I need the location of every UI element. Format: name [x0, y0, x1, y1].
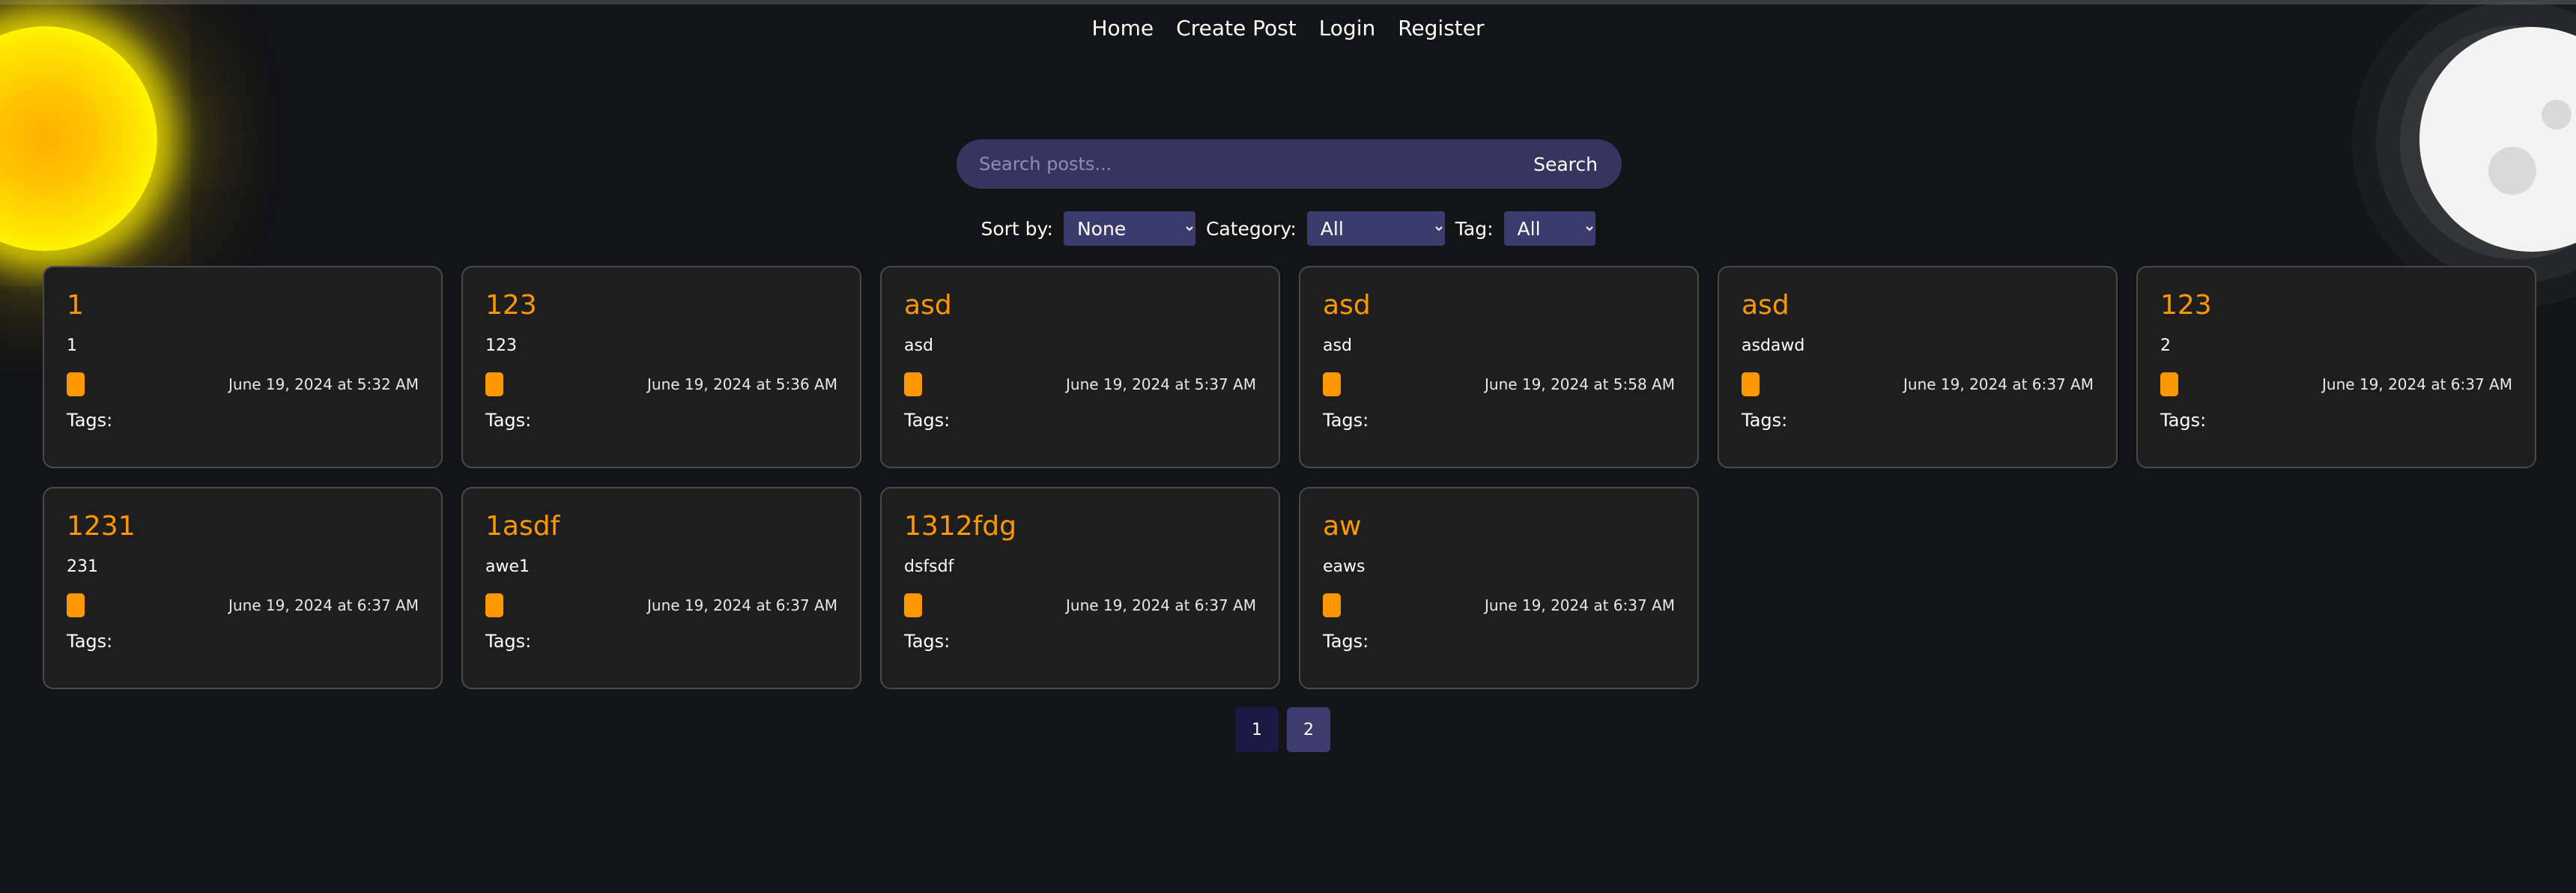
- sort-label: Sort by:: [981, 217, 1053, 240]
- post-title[interactable]: aw: [1323, 511, 1362, 542]
- post-title[interactable]: asd: [1323, 290, 1371, 321]
- post-date: June 19, 2024 at 6:37 AM: [647, 596, 837, 614]
- post-date: June 19, 2024 at 6:37 AM: [1485, 596, 1675, 614]
- post-card[interactable]: 123 123 June 19, 2024 at 5:36 AM Tags:: [461, 266, 861, 468]
- post-tags: Tags:: [485, 631, 532, 652]
- moon-crater: [2488, 147, 2536, 195]
- nav-create-post-link[interactable]: Create Post: [1176, 15, 1297, 42]
- post-category-badge: [485, 593, 503, 617]
- post-category-badge: [485, 372, 503, 396]
- post-tags: Tags:: [904, 631, 951, 652]
- post-title[interactable]: 123: [2160, 290, 2212, 321]
- top-border: [0, 0, 2576, 4]
- search-bar: Search: [957, 139, 1622, 189]
- page-button-2[interactable]: 2: [1287, 707, 1330, 752]
- sort-select[interactable]: None: [1063, 211, 1195, 246]
- post-content: awe1: [485, 557, 530, 576]
- post-tags: Tags:: [2160, 410, 2207, 431]
- post-card[interactable]: asd asd June 19, 2024 at 5:58 AM Tags:: [1299, 266, 1699, 468]
- post-date: June 19, 2024 at 6:37 AM: [2322, 375, 2512, 393]
- post-category-badge: [1323, 372, 1341, 396]
- post-card[interactable]: 1asdf awe1 June 19, 2024 at 6:37 AM Tags…: [461, 487, 861, 689]
- post-grid: 1 1 June 19, 2024 at 5:32 AM Tags: 123 1…: [43, 266, 2536, 689]
- post-date: June 19, 2024 at 6:37 AM: [1066, 596, 1256, 614]
- category-label: Category:: [1205, 217, 1297, 240]
- post-content: 231: [67, 557, 98, 576]
- search-input[interactable]: [957, 141, 1519, 187]
- post-category-badge: [1742, 372, 1760, 396]
- post-date: June 19, 2024 at 5:58 AM: [1485, 375, 1675, 393]
- post-content: asd: [904, 336, 933, 355]
- search-button[interactable]: Search: [1518, 142, 1622, 187]
- post-title[interactable]: asd: [904, 290, 952, 321]
- post-title[interactable]: 1asdf: [485, 511, 560, 542]
- page-button-1[interactable]: 1: [1235, 707, 1279, 752]
- post-tags: Tags:: [1742, 410, 1788, 431]
- post-category-badge: [67, 372, 85, 396]
- nav-login-link[interactable]: Login: [1319, 15, 1376, 42]
- post-content: 2: [2160, 336, 2171, 355]
- post-tags: Tags:: [1323, 631, 1369, 652]
- post-card[interactable]: 1231 231 June 19, 2024 at 6:37 AM Tags:: [43, 487, 443, 689]
- post-tags: Tags:: [67, 631, 113, 652]
- pagination: 1 2: [1235, 707, 1330, 752]
- post-tags: Tags:: [1323, 410, 1369, 431]
- post-category-badge: [67, 593, 85, 617]
- post-content: 1: [67, 336, 77, 355]
- post-title[interactable]: 1: [67, 290, 84, 321]
- post-content: eaws: [1323, 557, 1366, 576]
- post-content: asdawd: [1742, 336, 1805, 355]
- post-tags: Tags:: [485, 410, 532, 431]
- post-tags: Tags:: [67, 410, 113, 431]
- post-category-badge: [1323, 593, 1341, 617]
- filter-bar: Sort by: None Category: All Tag: All: [0, 211, 2576, 246]
- post-title[interactable]: 123: [485, 290, 537, 321]
- post-card[interactable]: aw eaws June 19, 2024 at 6:37 AM Tags:: [1299, 487, 1699, 689]
- moon-crater: [2542, 100, 2572, 130]
- post-card[interactable]: 123 2 June 19, 2024 at 6:37 AM Tags:: [2136, 266, 2536, 468]
- post-card[interactable]: asd asdawd June 19, 2024 at 6:37 AM Tags…: [1718, 266, 2118, 468]
- category-select[interactable]: All: [1306, 211, 1445, 246]
- post-content: asd: [1323, 336, 1352, 355]
- post-category-badge: [904, 593, 922, 617]
- post-title[interactable]: 1312fdg: [904, 511, 1016, 542]
- post-date: June 19, 2024 at 6:37 AM: [1903, 375, 2094, 393]
- post-category-badge: [904, 372, 922, 396]
- main-nav: Home Create Post Login Register: [0, 15, 2576, 42]
- post-title[interactable]: asd: [1742, 290, 1789, 321]
- post-content: dsfsdf: [904, 557, 954, 576]
- post-date: June 19, 2024 at 5:37 AM: [1066, 375, 1256, 393]
- post-card[interactable]: 1312fdg dsfsdf June 19, 2024 at 6:37 AM …: [880, 487, 1280, 689]
- nav-home-link[interactable]: Home: [1091, 15, 1154, 42]
- tag-select[interactable]: All: [1503, 211, 1595, 246]
- nav-register-link[interactable]: Register: [1398, 15, 1484, 42]
- post-content: 123: [485, 336, 517, 355]
- post-date: June 19, 2024 at 5:36 AM: [647, 375, 837, 393]
- post-title[interactable]: 1231: [67, 511, 136, 542]
- tag-label: Tag:: [1455, 217, 1494, 240]
- post-date: June 19, 2024 at 6:37 AM: [228, 596, 419, 614]
- post-date: June 19, 2024 at 5:32 AM: [228, 375, 419, 393]
- post-category-badge: [2160, 372, 2178, 396]
- post-card[interactable]: asd asd June 19, 2024 at 5:37 AM Tags:: [880, 266, 1280, 468]
- post-tags: Tags:: [904, 410, 951, 431]
- post-card[interactable]: 1 1 June 19, 2024 at 5:32 AM Tags:: [43, 266, 443, 468]
